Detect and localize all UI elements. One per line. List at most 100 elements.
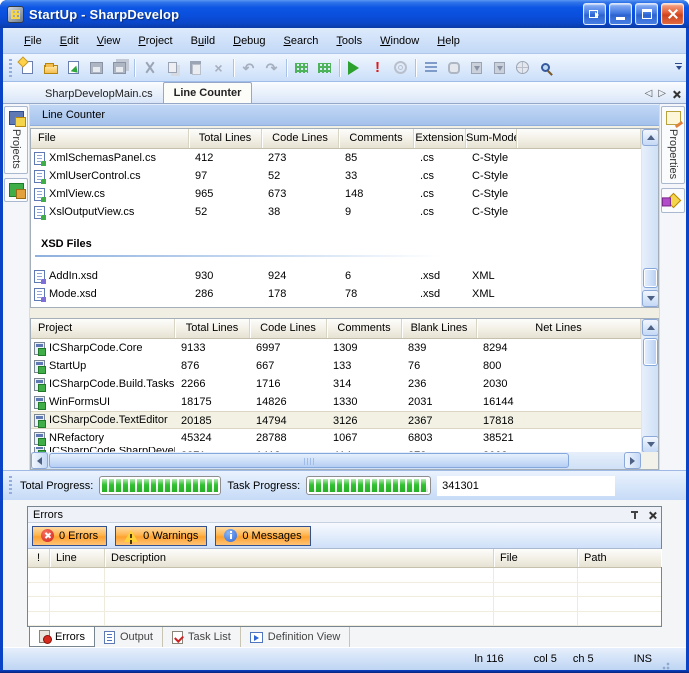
menu-project[interactable]: Project xyxy=(129,31,181,51)
tab-definition-view[interactable]: Definition View xyxy=(241,627,351,647)
open-icon[interactable] xyxy=(40,57,61,78)
format-lines-icon[interactable] xyxy=(420,57,441,78)
col-extension[interactable]: Extension xyxy=(414,129,466,148)
title-bar[interactable]: StartUp - SharpDevelop xyxy=(0,0,689,28)
cut-icon[interactable] xyxy=(139,57,160,78)
table-row[interactable]: Mode.xsd 286178 78.xsd XML xyxy=(31,285,658,303)
stop-icon[interactable] xyxy=(390,57,411,78)
col-file[interactable]: File xyxy=(494,549,578,567)
menu-file[interactable]: File xyxy=(15,31,51,51)
minimize-button[interactable] xyxy=(609,3,632,25)
menu-search[interactable]: Search xyxy=(275,31,328,51)
table-row[interactable]: ICSharpCode.Core 91336997 1309839 8294 xyxy=(31,339,658,357)
save-as-icon[interactable] xyxy=(63,57,84,78)
menu-debug[interactable]: Debug xyxy=(224,31,274,51)
tray-button[interactable] xyxy=(583,3,606,25)
table-row[interactable]: AddIn.xsd 930924 6.xsd XML xyxy=(31,267,658,285)
col-file[interactable]: File xyxy=(31,129,189,148)
messages-filter-button[interactable]: 0 Messages xyxy=(215,526,310,546)
menu-tools[interactable]: Tools xyxy=(327,31,371,51)
scroll-right-icon[interactable] xyxy=(624,452,641,469)
tab-line-counter[interactable]: Line Counter xyxy=(163,82,253,103)
close-panel-icon[interactable] xyxy=(648,511,656,519)
menu-edit[interactable]: Edit xyxy=(51,31,88,51)
resize-grip[interactable] xyxy=(660,660,670,670)
tab-close-icon[interactable] xyxy=(672,90,680,98)
col-total-lines[interactable]: Total Lines xyxy=(175,319,250,338)
col-blank-lines[interactable]: Blank Lines xyxy=(402,319,477,338)
run-icon[interactable] xyxy=(344,57,365,78)
close-button[interactable] xyxy=(661,3,684,25)
scroll-down-icon[interactable] xyxy=(642,436,659,453)
find-icon[interactable] xyxy=(535,57,556,78)
col-severity[interactable]: ! xyxy=(28,549,50,567)
scroll-up-icon[interactable] xyxy=(642,129,659,146)
scroll-up-icon[interactable] xyxy=(642,319,659,336)
table-row[interactable]: XmlSchemasPanel.cs 412273 85.cs C-Style xyxy=(31,149,658,167)
tab-scroll-left-icon[interactable]: ◁ xyxy=(645,89,653,99)
save-all-icon[interactable] xyxy=(109,57,130,78)
sidebar-item-projects[interactable]: Projects xyxy=(4,106,28,174)
new-file-icon[interactable] xyxy=(17,57,38,78)
vscroll-thumb[interactable] xyxy=(643,338,658,366)
tab-task-list[interactable]: Task List xyxy=(163,627,241,647)
comment-region-icon[interactable] xyxy=(291,57,312,78)
table-row[interactable]: XslOutputView.cs 5238 9.cs C-Style xyxy=(31,203,658,221)
table-row[interactable]: XmlUserControl.cs 9752 33.cs C-Style xyxy=(31,167,658,185)
menu-help[interactable]: Help xyxy=(428,31,469,51)
table-row[interactable]: StartUp 876667 13376 800 xyxy=(31,357,658,375)
col-net-lines[interactable]: Net Lines xyxy=(477,319,641,338)
copy-icon[interactable] xyxy=(162,57,183,78)
progress-grip[interactable] xyxy=(9,476,12,496)
col-path[interactable]: Path xyxy=(578,549,661,567)
toolbar-overflow-button[interactable] xyxy=(673,57,684,79)
tab-sharpdevelopmain[interactable]: SharpDevelopMain.cs xyxy=(35,85,163,103)
tab-errors[interactable]: Errors xyxy=(29,627,95,647)
table-row-selected[interactable]: ICSharpCode.TextEditor 2018514794 312623… xyxy=(31,411,658,429)
paste-icon[interactable] xyxy=(185,57,206,78)
sidebar-item-classes[interactable] xyxy=(4,178,28,202)
browse-icon[interactable] xyxy=(512,57,533,78)
col-code-lines[interactable]: Code Lines xyxy=(250,319,327,338)
fit-panel-icon[interactable] xyxy=(443,57,464,78)
warnings-filter-button[interactable]: 0 Warnings xyxy=(115,526,207,546)
projects-table-hscrollbar[interactable] xyxy=(31,452,641,469)
build-icon[interactable] xyxy=(466,57,487,78)
pin-icon[interactable] xyxy=(630,510,639,520)
col-comments[interactable]: Comments xyxy=(327,319,402,338)
col-total-lines[interactable]: Total Lines xyxy=(189,129,262,148)
col-sum-mode[interactable]: Sum-Mode xyxy=(466,129,517,148)
scroll-down-icon[interactable] xyxy=(642,290,659,307)
uncomment-region-icon[interactable] xyxy=(314,57,335,78)
rebuild-icon[interactable] xyxy=(489,57,510,78)
redo-icon[interactable]: ↷ xyxy=(261,57,282,78)
tab-output[interactable]: Output xyxy=(95,627,163,647)
col-code-lines[interactable]: Code Lines xyxy=(262,129,339,148)
menu-window[interactable]: Window xyxy=(371,31,428,51)
hscroll-thumb[interactable] xyxy=(49,453,569,468)
vscroll-thumb[interactable] xyxy=(643,268,658,288)
files-table-vscrollbar[interactable] xyxy=(641,129,658,307)
col-description[interactable]: Description xyxy=(105,549,494,567)
tab-scroll-right-icon[interactable]: ▷ xyxy=(658,89,666,99)
projects-table-vscrollbar[interactable] xyxy=(641,319,658,453)
sidebar-item-tasks[interactable] xyxy=(661,188,685,213)
table-row[interactable]: XmlView.cs 965673 148.cs C-Style xyxy=(31,185,658,203)
delete-icon[interactable]: × xyxy=(208,57,229,78)
menu-view[interactable]: View xyxy=(88,31,130,51)
errors-filter-button[interactable]: 0 Errors xyxy=(32,526,107,546)
col-project[interactable]: Project xyxy=(31,319,175,338)
sidebar-item-properties[interactable]: Properties xyxy=(661,106,685,184)
menu-build[interactable]: Build xyxy=(182,31,224,51)
toolbar-grip[interactable] xyxy=(9,59,12,77)
undo-icon[interactable]: ↶ xyxy=(238,57,259,78)
scroll-left-icon[interactable] xyxy=(31,452,48,469)
save-icon[interactable] xyxy=(86,57,107,78)
table-row[interactable]: ICSharpCode.Build.Tasks 22661716 314236 … xyxy=(31,375,658,393)
table-row[interactable]: WinFormsUI 1817514826 13302031 16144 xyxy=(31,393,658,411)
col-comments[interactable]: Comments xyxy=(339,129,414,148)
table-row[interactable]: NRefactory 4532428788 10676803 38521 xyxy=(31,429,658,447)
abort-icon[interactable]: ! xyxy=(367,57,388,78)
col-line[interactable]: Line xyxy=(50,549,105,567)
maximize-button[interactable] xyxy=(635,3,658,25)
